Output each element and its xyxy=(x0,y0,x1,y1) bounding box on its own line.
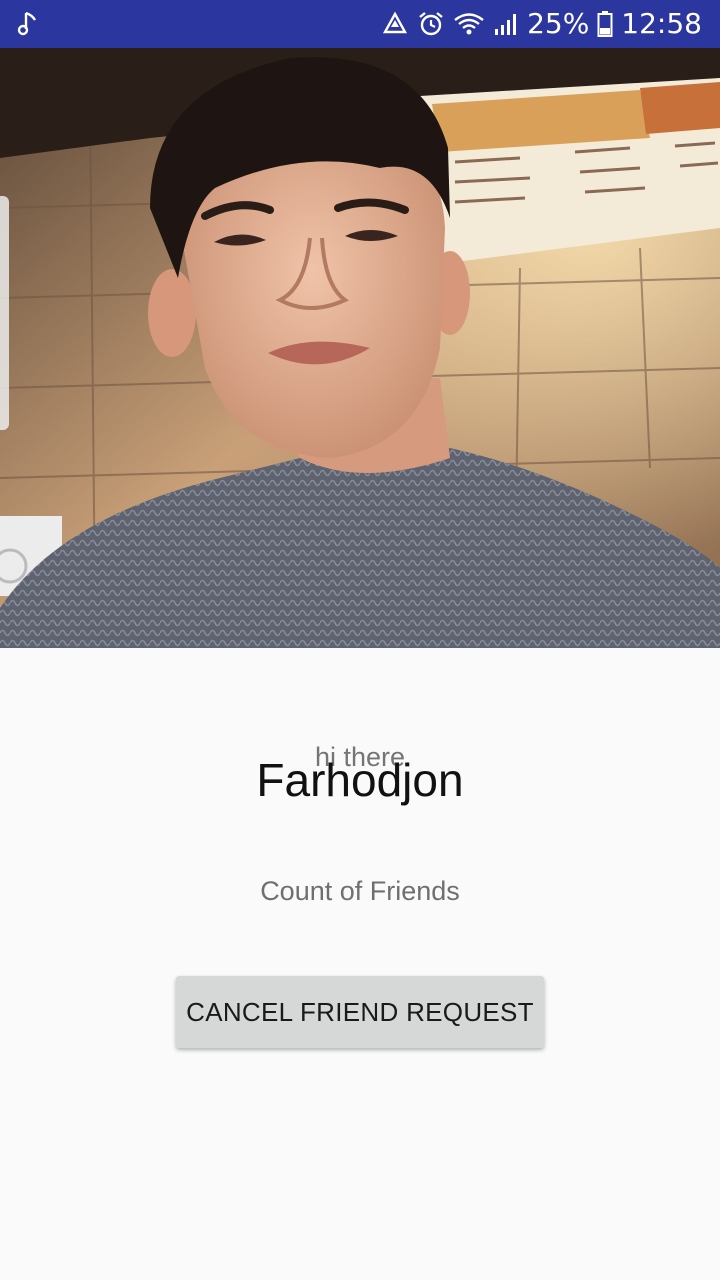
profile-photo xyxy=(0,48,720,648)
drawer-edge-handle[interactable] xyxy=(0,196,9,430)
battery-percent: 25% xyxy=(527,7,590,40)
recycle-icon xyxy=(381,11,409,37)
profile-display-name: Farhodjon xyxy=(256,754,464,806)
friends-count-label: Count of Friends xyxy=(260,876,460,906)
music-note-icon xyxy=(16,10,40,38)
wifi-icon xyxy=(453,11,485,37)
cancel-friend-request-button[interactable]: CANCEL FRIEND REQUEST xyxy=(176,976,544,1048)
battery-icon xyxy=(597,10,613,38)
status-bar: 25% 12:58 xyxy=(0,0,720,48)
signal-icon xyxy=(493,11,519,37)
clock: 12:58 xyxy=(621,7,702,40)
alarm-icon xyxy=(417,10,445,38)
